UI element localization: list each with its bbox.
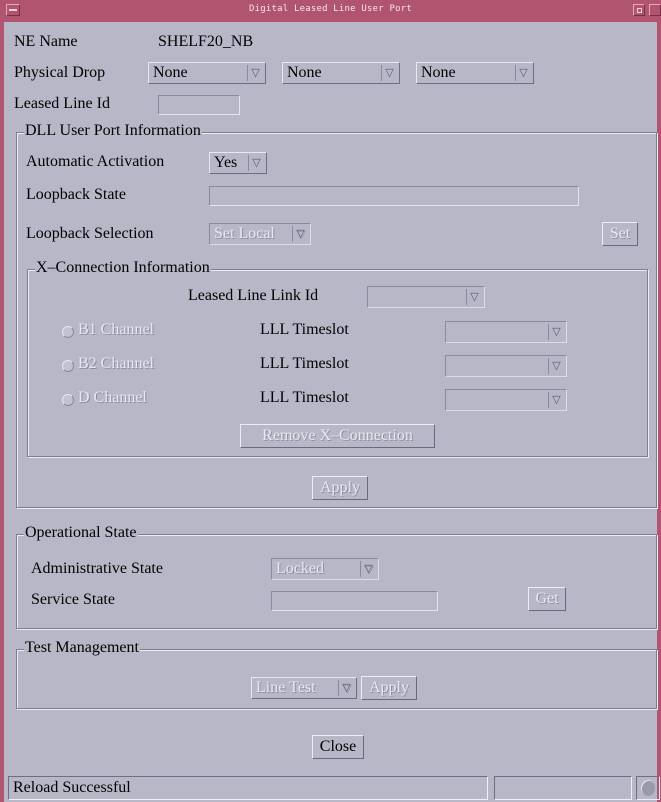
service-state-label: Service State [31,591,115,608]
loopback-state-field [209,186,579,206]
administrative-state-select[interactable]: Locked ▽ [271,558,379,580]
service-state-field [271,591,438,611]
dll-apply-button[interactable]: Apply [312,476,368,500]
status-secondary-field [494,776,632,800]
dropdown-arrow-icon: ▽ [515,65,531,81]
physical-drop-label: Physical Drop [14,64,106,81]
physical-drop-select-1[interactable]: None ▽ [148,62,266,84]
title-bar[interactable]: Digital Leased Line User Port [0,0,661,22]
physical-drop-select-2-value: None [287,64,322,81]
close-button[interactable]: Close [312,735,364,759]
remove-x-connection-button[interactable]: Remove X–Connection [240,424,435,448]
ne-name-value: SHELF20_NB [158,33,254,50]
b2-channel-radio[interactable] [62,360,74,372]
dropdown-arrow-icon: ▽ [548,324,564,340]
test-apply-button[interactable]: Apply [361,676,417,700]
x-connection-group-title: X–Connection Information [35,259,211,277]
leased-line-id-field[interactable] [158,95,240,115]
loopback-selection-select[interactable]: Set Local ▽ [209,223,311,245]
status-indicator-icon [636,776,660,800]
dropdown-arrow-icon: ▽ [548,358,564,374]
d-channel-label: D Channel [78,389,147,406]
dropdown-arrow-icon: ▽ [338,680,354,696]
physical-drop-select-2[interactable]: None ▽ [282,62,400,84]
dropdown-arrow-icon: ▽ [466,289,482,305]
administrative-state-label: Administrative State [31,560,163,577]
dropdown-arrow-icon: ▽ [292,226,308,242]
loopback-state-label: Loopback State [26,186,126,203]
operational-state-group: Operational State [16,524,658,630]
dropdown-arrow-icon: ▽ [548,392,564,408]
loopback-selection-label: Loopback Selection [26,225,154,242]
set-button[interactable]: Set [602,222,638,246]
physical-drop-select-3-value: None [421,64,456,81]
b2-channel-label: B2 Channel [78,355,154,372]
b1-channel-radio[interactable] [62,326,74,338]
maximize-icon[interactable] [649,4,661,16]
dropdown-arrow-icon: ▽ [381,65,397,81]
automatic-activation-value: Yes [214,154,238,171]
b1-timeslot-label: LLL Timeslot [260,321,349,338]
b2-timeslot-select[interactable]: ▽ [445,355,567,377]
minimize-icon[interactable] [633,4,645,16]
ne-name-label: NE Name [14,33,78,50]
d-timeslot-label: LLL Timeslot [260,389,349,406]
dll-user-port-group-title: DLL User Port Information [24,122,202,140]
administrative-state-value: Locked [276,560,324,577]
d-channel-radio[interactable] [62,394,74,406]
status-message: Reload Successful [8,776,488,800]
dropdown-arrow-icon: ▽ [360,561,376,577]
automatic-activation-label: Automatic Activation [26,153,165,170]
loopback-selection-value: Set Local [214,225,275,242]
physical-drop-select-3[interactable]: None ▽ [416,62,534,84]
leased-line-link-id-label: Leased Line Link Id [188,287,319,304]
d-timeslot-select[interactable]: ▽ [445,389,567,411]
status-bar: Reload Successful [4,776,660,800]
get-button[interactable]: Get [528,587,566,611]
test-management-group-title: Test Management [24,639,140,657]
dropdown-arrow-icon: ▽ [247,65,263,81]
b1-channel-label: B1 Channel [78,321,154,338]
window-title: Digital Leased Line User Port [249,4,412,14]
test-type-value: Line Test [256,679,316,696]
dropdown-arrow-icon: ▽ [248,155,264,171]
test-type-select[interactable]: Line Test ▽ [251,677,357,699]
leased-line-link-id-select[interactable]: ▽ [367,286,485,308]
physical-drop-select-1-value: None [153,64,188,81]
b2-timeslot-label: LLL Timeslot [260,355,349,372]
b1-timeslot-select[interactable]: ▽ [445,321,567,343]
operational-state-group-title: Operational State [24,524,138,542]
automatic-activation-select[interactable]: Yes ▽ [209,152,267,174]
leased-line-id-label: Leased Line Id [14,95,110,112]
